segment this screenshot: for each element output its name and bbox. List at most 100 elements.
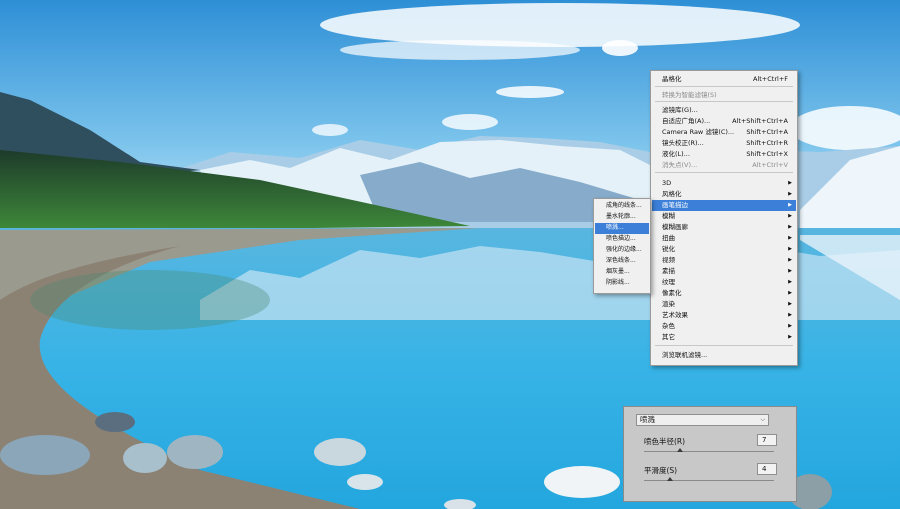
param-value-radius[interactable]: 7 xyxy=(757,434,777,446)
param-label-smoothness: 平滑度(S) xyxy=(644,466,678,475)
menu-item[interactable]: 画笔描边 ▶ xyxy=(652,200,796,211)
filter-menu: 晶格化 Alt+Ctrl+F 转换为智能滤镜(S) 滤镜库(G)... 自适应广角(A)… xyxy=(650,70,798,366)
param-value-smoothness[interactable]: 4 xyxy=(757,463,777,475)
menu-item[interactable]: 艺术效果 ▶ xyxy=(652,310,796,321)
submenu-item-label: 墨水轮廓... xyxy=(606,213,636,220)
menu-item-label: 浏览联机滤镜... xyxy=(662,351,708,359)
menu-item-label: 扭曲 xyxy=(662,234,675,242)
menu-item-label: 镜头校正(R)... xyxy=(662,139,704,147)
menu-item[interactable]: 杂色 ▶ xyxy=(652,321,796,332)
submenu-item[interactable]: 成角的线条... xyxy=(595,201,649,212)
menu-separator xyxy=(655,345,793,346)
submenu-arrow-icon: ▶ xyxy=(788,290,792,296)
menu-item[interactable]: 3D ▶ xyxy=(652,178,796,189)
menu-item[interactable]: 镜头校正(R)... Shift+Ctrl+R xyxy=(652,138,796,149)
menu-item-label: 转换为智能滤镜(S) xyxy=(662,91,717,99)
submenu-arrow-icon: ▶ xyxy=(788,257,792,263)
submenu-arrow-icon: ▶ xyxy=(788,191,792,197)
submenu-arrow-icon: ▶ xyxy=(788,301,792,307)
menu-item[interactable]: 晶格化 Alt+Ctrl+F xyxy=(652,74,796,85)
brush-strokes-submenu: 成角的线条... 墨水轮廓... 喷溅... 喷色描边... 强化的边缘... 深色线条.… xyxy=(593,198,651,294)
menu-item: 消失点(V)... Alt+Ctrl+V xyxy=(652,160,796,171)
menu-item-shortcut: Alt+Ctrl+F xyxy=(753,75,788,83)
submenu-item-label: 喷溅... xyxy=(606,224,624,231)
submenu-arrow-icon: ▶ xyxy=(788,279,792,285)
submenu-item[interactable]: 烟灰墨... xyxy=(595,267,649,278)
submenu-item-label: 强化的边缘... xyxy=(606,246,642,253)
filter-select[interactable]: 喷溅 ⌵ xyxy=(636,414,769,426)
menu-item-label: 滤镜库(G)... xyxy=(662,106,698,114)
menu-separator xyxy=(655,101,793,102)
menu-item-shortcut: Shift+Ctrl+X xyxy=(746,150,788,158)
menu-item[interactable]: 模糊 ▶ xyxy=(652,211,796,222)
submenu-item-label: 成角的线条... xyxy=(606,202,642,209)
menu-item-shortcut: Shift+Ctrl+R xyxy=(746,139,788,147)
menu-item-label: 纹理 xyxy=(662,278,675,286)
menu-item-label: 艺术效果 xyxy=(662,311,688,319)
submenu-item-label: 喷色描边... xyxy=(606,235,636,242)
submenu-arrow-icon: ▶ xyxy=(788,334,792,340)
submenu-arrow-icon: ▶ xyxy=(788,323,792,329)
menu-item[interactable]: 像素化 ▶ xyxy=(652,288,796,299)
submenu-item-label: 深色线条... xyxy=(606,257,636,264)
menu-item-label: 杂色 xyxy=(662,322,675,330)
menu-item-shortcut: Alt+Ctrl+V xyxy=(752,161,788,169)
submenu-arrow-icon: ▶ xyxy=(788,246,792,252)
submenu-item[interactable]: 深色线条... xyxy=(595,256,649,267)
menu-item[interactable]: 其它 ▶ xyxy=(652,332,796,343)
menu-item-label: 晶格化 xyxy=(662,75,682,83)
menu-item-label: 模糊画廊 xyxy=(662,223,688,231)
menu-item[interactable]: 扭曲 ▶ xyxy=(652,233,796,244)
submenu-item-label: 烟灰墨... xyxy=(606,268,630,275)
menu-item[interactable]: 素描 ▶ xyxy=(652,266,796,277)
menu-item[interactable]: 纹理 ▶ xyxy=(652,277,796,288)
menu-item[interactable]: 自适应广角(A)... Alt+Shift+Ctrl+A xyxy=(652,116,796,127)
menu-item-shortcut: Shift+Ctrl+A xyxy=(746,128,788,136)
slider-thumb-smoothness[interactable] xyxy=(667,477,673,481)
menu-item-label: 模糊 xyxy=(662,212,675,220)
menu-item[interactable]: 浏览联机滤镜... xyxy=(652,350,796,361)
menu-item-label: 自适应广角(A)... xyxy=(662,117,711,125)
menu-item-label: 渲染 xyxy=(662,300,675,308)
menu-item[interactable]: 视频 ▶ xyxy=(652,255,796,266)
menu-item[interactable]: 模糊画廊 ▶ xyxy=(652,222,796,233)
submenu-arrow-icon: ▶ xyxy=(788,268,792,274)
menu-separator xyxy=(655,172,793,173)
filter-select-value: 喷溅 xyxy=(640,415,655,424)
param-slider-smoothness[interactable] xyxy=(644,477,774,481)
param-label-radius: 喷色半径(R) xyxy=(644,437,686,446)
menu-separator xyxy=(655,86,793,87)
submenu-arrow-icon: ▶ xyxy=(788,224,792,230)
menu-item-label: 像素化 xyxy=(662,289,682,297)
param-slider-radius[interactable] xyxy=(644,448,774,452)
submenu-item[interactable]: 喷溅... xyxy=(595,223,649,234)
menu-item-label: Camera Raw 滤镜(C)... xyxy=(662,128,735,136)
submenu-item[interactable]: 墨水轮廓... xyxy=(595,212,649,223)
menu-item[interactable]: Camera Raw 滤镜(C)... Shift+Ctrl+A xyxy=(652,127,796,138)
menu-item-label: 消失点(V)... xyxy=(662,161,698,169)
submenu-arrow-icon: ▶ xyxy=(788,213,792,219)
submenu-item[interactable]: 喷色描边... xyxy=(595,234,649,245)
menu-item-label: 视频 xyxy=(662,256,675,264)
menu-item[interactable]: 锐化 ▶ xyxy=(652,244,796,255)
menu-item-label: 3D xyxy=(662,179,672,187)
submenu-arrow-icon: ▶ xyxy=(788,202,792,208)
menu-item-label: 素描 xyxy=(662,267,675,275)
menu-item-label: 锐化 xyxy=(662,245,675,253)
menu-item-label: 画笔描边 xyxy=(662,201,688,209)
menu-item[interactable]: 滤镜库(G)... xyxy=(652,105,796,116)
submenu-arrow-icon: ▶ xyxy=(788,180,792,186)
menu-item[interactable]: 风格化 ▶ xyxy=(652,189,796,200)
menu-item-label: 风格化 xyxy=(662,190,682,198)
menu-item[interactable]: 液化(L)... Shift+Ctrl+X xyxy=(652,149,796,160)
submenu-item[interactable]: 阴影线... xyxy=(595,278,649,289)
slider-thumb-radius[interactable] xyxy=(677,448,684,452)
submenu-arrow-icon: ▶ xyxy=(788,312,792,318)
menu-item: 转换为智能滤镜(S) xyxy=(652,90,796,101)
menu-item-label: 液化(L)... xyxy=(662,150,690,158)
menu-item-label: 其它 xyxy=(662,333,675,341)
submenu-item-label: 阴影线... xyxy=(606,279,630,286)
menu-item[interactable]: 渲染 ▶ xyxy=(652,299,796,310)
submenu-arrow-icon: ▶ xyxy=(788,235,792,241)
submenu-item[interactable]: 强化的边缘... xyxy=(595,245,649,256)
